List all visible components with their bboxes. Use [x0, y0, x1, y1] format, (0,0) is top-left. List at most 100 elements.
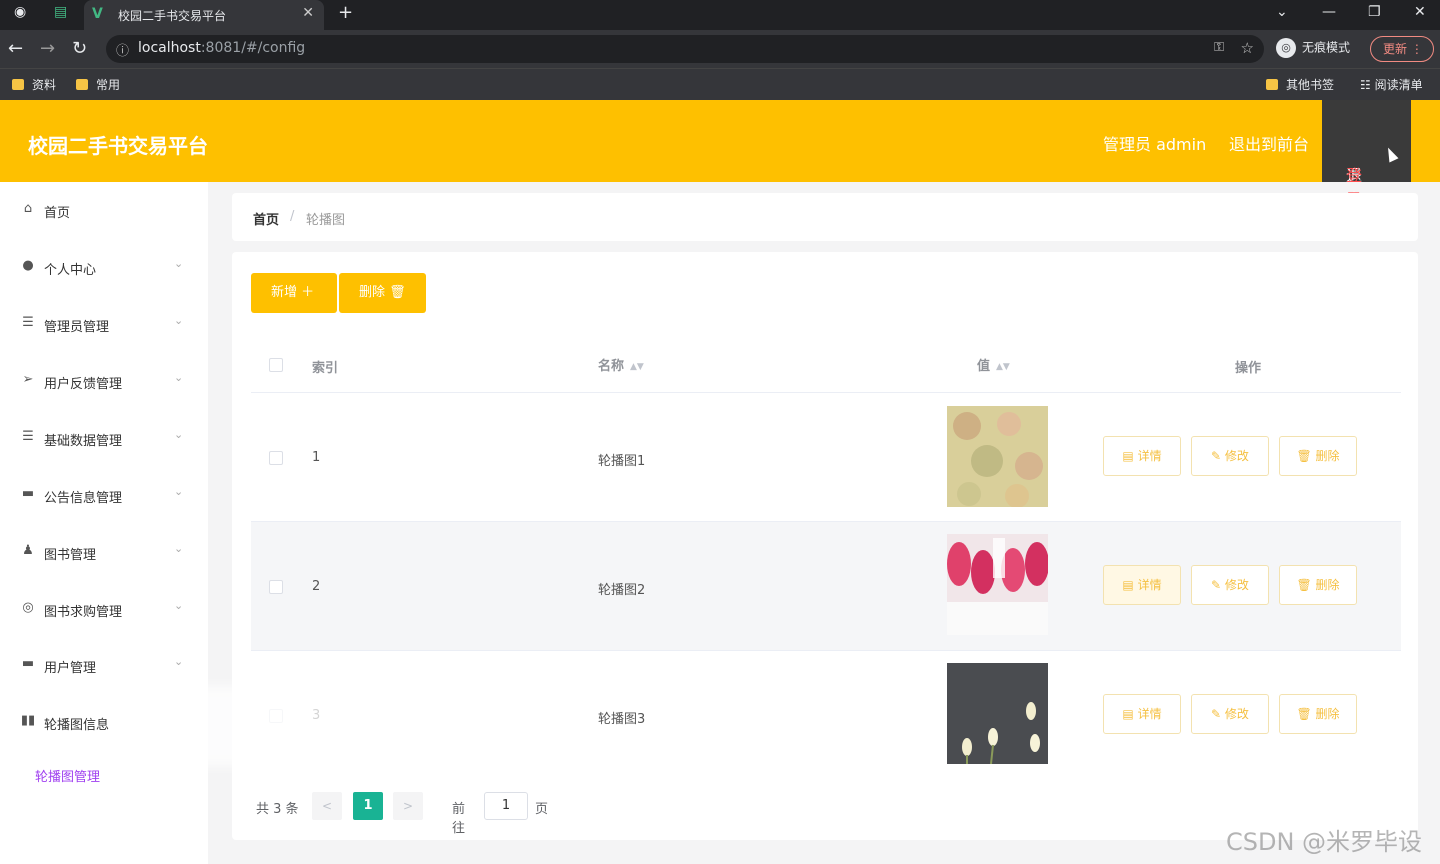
app-header: 校园二手书交易平台 管理员 admin 退出到前台 退出登录 — [0, 100, 1440, 209]
folder-icon — [76, 79, 88, 90]
cell-index: 1 — [312, 450, 321, 465]
chevron-down-icon: ⌄ — [174, 599, 184, 612]
user-icon: ● — [22, 258, 34, 273]
screen-blur-artifact — [140, 686, 510, 766]
admin-label: 管理员 admin — [1103, 135, 1207, 154]
row-delete-button[interactable]: 🗑 删除 — [1279, 436, 1357, 476]
row-checkbox[interactable] — [269, 580, 283, 594]
sidebar-subitem-carousel-manage[interactable]: 轮播图管理 — [35, 766, 100, 785]
breadcrumb-home[interactable]: 首页 — [253, 209, 279, 228]
edit-button[interactable]: ✎ 修改 — [1191, 436, 1269, 476]
tab-title: 校园二手书交易平台 — [118, 9, 227, 23]
send-icon: ➢ — [22, 372, 34, 387]
sidebar-item-personal[interactable]: ● 个人中心 ⌄ — [0, 247, 208, 287]
edit-button[interactable]: ✎ 修改 — [1191, 565, 1269, 605]
bookmark-folder-1[interactable]: 资料 — [12, 76, 56, 93]
breadcrumb: 首页 / 轮播图 — [232, 193, 1418, 241]
edit-button[interactable]: ✎ 修改 — [1191, 694, 1269, 734]
url-text[interactable]: localhost:8081/#/config — [138, 40, 305, 56]
monitor-icon: ▬ — [21, 486, 35, 501]
carousel-image-thumbnail[interactable] — [947, 663, 1048, 764]
row-delete-button[interactable]: 🗑 删除 — [1279, 565, 1357, 605]
detail-button[interactable]: ▤ 详情 — [1103, 694, 1181, 734]
pagination-total: 共 3 条 — [256, 802, 299, 817]
cell-name: 轮播图3 — [598, 712, 646, 727]
bookmarks-bar: 资料 常用 其他书签 ☷ 阅读清单 — [0, 68, 1440, 100]
table-row: 1 轮播图1 ▤ 详情 ✎ 修改 🗑 删除 — [251, 392, 1401, 521]
row-checkbox[interactable] — [269, 451, 283, 465]
goto-label: 前往 — [452, 802, 466, 836]
forward-icon[interactable]: → — [40, 38, 55, 59]
app-title: 校园二手书交易平台 — [28, 134, 208, 158]
vue-logo-icon: V — [92, 6, 103, 22]
reading-list-icon: ☷ — [1360, 78, 1375, 92]
bookmark-folder-2[interactable]: 常用 — [76, 76, 120, 93]
breadcrumb-separator: / — [290, 209, 295, 224]
site-info-icon[interactable]: ⓘ — [116, 40, 129, 59]
chevron-down-icon: ⌄ — [174, 428, 184, 441]
prev-page-button[interactable]: < — [312, 792, 342, 820]
incognito-label: 无痕模式 — [1302, 40, 1351, 55]
logout-button[interactable]: 退出登录 — [1322, 100, 1411, 209]
sidebar-item-feedback[interactable]: ➢ 用户反馈管理 ⌄ — [0, 361, 208, 401]
minimize-icon[interactable]: — — [1322, 4, 1336, 20]
folder-icon — [1266, 79, 1278, 90]
carousel-image-thumbnail[interactable] — [947, 406, 1048, 507]
target-icon: ◎ — [22, 600, 34, 615]
add-button[interactable]: 新增 ＋ — [251, 273, 337, 313]
chevron-down-icon: ⌄ — [174, 314, 184, 327]
watermark: CSDN @米罗毕设 — [1226, 828, 1423, 856]
bookmark-star-icon[interactable]: ☆ — [1241, 39, 1254, 57]
back-icon[interactable]: ← — [8, 38, 23, 59]
cell-index: 2 — [312, 579, 321, 594]
sidebar-item-users[interactable]: ▬ 用户管理 ⌄ — [0, 645, 208, 685]
address-bar[interactable]: ⓘ localhost:8081/#/config ⚿ ☆ — [106, 35, 1264, 63]
sidebar-item-admins[interactable]: ☰ 管理员管理 ⌄ — [0, 304, 208, 344]
sidebar-item-books[interactable]: ♟ 图书管理 ⌄ — [0, 532, 208, 572]
detail-button[interactable]: ▤ 详情 — [1103, 436, 1181, 476]
update-button[interactable]: 更新 ⋮ — [1370, 36, 1434, 62]
carousel-image-thumbnail[interactable] — [947, 534, 1048, 635]
page-unit-label: 页 — [535, 802, 549, 817]
tab-close-icon[interactable]: ✕ — [302, 5, 314, 21]
chevron-down-icon: ⌄ — [174, 655, 184, 668]
sidebar-item-home[interactable]: ⌂ 首页 — [0, 190, 208, 230]
chevron-down-icon: ⌄ — [174, 257, 184, 270]
goto-page-input[interactable]: 1 — [484, 792, 528, 820]
cell-name: 轮播图1 — [598, 454, 646, 469]
restore-icon[interactable]: ❐ — [1368, 4, 1381, 20]
reading-list[interactable]: ☷ 阅读清单 — [1360, 76, 1423, 93]
bars-icon: ▮▮ — [20, 713, 36, 728]
app-tab-icon[interactable]: ▤ — [54, 4, 67, 20]
folder-icon — [12, 79, 24, 90]
row-delete-button[interactable]: 🗑 删除 — [1279, 694, 1357, 734]
tab-search-icon[interactable]: ⌄ — [1276, 4, 1288, 20]
browser-tab[interactable]: V 校园二手书交易平台 ✕ — [84, 0, 324, 30]
sidebar-item-notices[interactable]: ▬ 公告信息管理 ⌄ — [0, 475, 208, 515]
close-window-icon[interactable]: ✕ — [1414, 4, 1426, 20]
browser-logo-icon: ◉ — [14, 4, 27, 20]
next-page-button[interactable]: > — [393, 792, 423, 820]
back-to-front-link[interactable]: 退出到前台 — [1229, 131, 1309, 155]
sidebar-item-requests[interactable]: ◎ 图书求购管理 ⌄ — [0, 589, 208, 629]
sidebar-item-basedata[interactable]: ☰ 基础数据管理 ⌄ — [0, 418, 208, 458]
reload-icon[interactable]: ↻ — [72, 38, 87, 59]
incognito-icon: ◎ — [1276, 38, 1296, 58]
select-all-checkbox[interactable] — [269, 358, 283, 372]
sort-icon[interactable]: ▲▼ — [996, 362, 1010, 372]
chevron-down-icon: ⌄ — [174, 542, 184, 555]
cell-name: 轮播图2 — [598, 583, 646, 598]
breadcrumb-current: 轮播图 — [306, 213, 346, 228]
detail-button[interactable]: ▤ 详情 — [1103, 565, 1181, 605]
home-icon: ⌂ — [23, 201, 33, 216]
page-1-button[interactable]: 1 — [353, 792, 383, 820]
chevron-down-icon: ⌄ — [174, 485, 184, 498]
incognito-indicator[interactable]: ◎ 无痕模式 — [1276, 38, 1350, 58]
sort-icon[interactable]: ▲▼ — [630, 362, 644, 372]
other-bookmarks[interactable]: 其他书签 — [1266, 76, 1334, 93]
chevron-down-icon: ⌄ — [174, 371, 184, 384]
new-tab-button[interactable]: + — [338, 2, 353, 23]
browser-tabbar: ◉ ▤ V 校园二手书交易平台 ✕ + ⌄ — ❐ ✕ — [0, 0, 1440, 30]
delete-button[interactable]: 删除 🗑 — [339, 273, 426, 313]
password-key-icon[interactable]: ⚿ — [1214, 40, 1224, 55]
